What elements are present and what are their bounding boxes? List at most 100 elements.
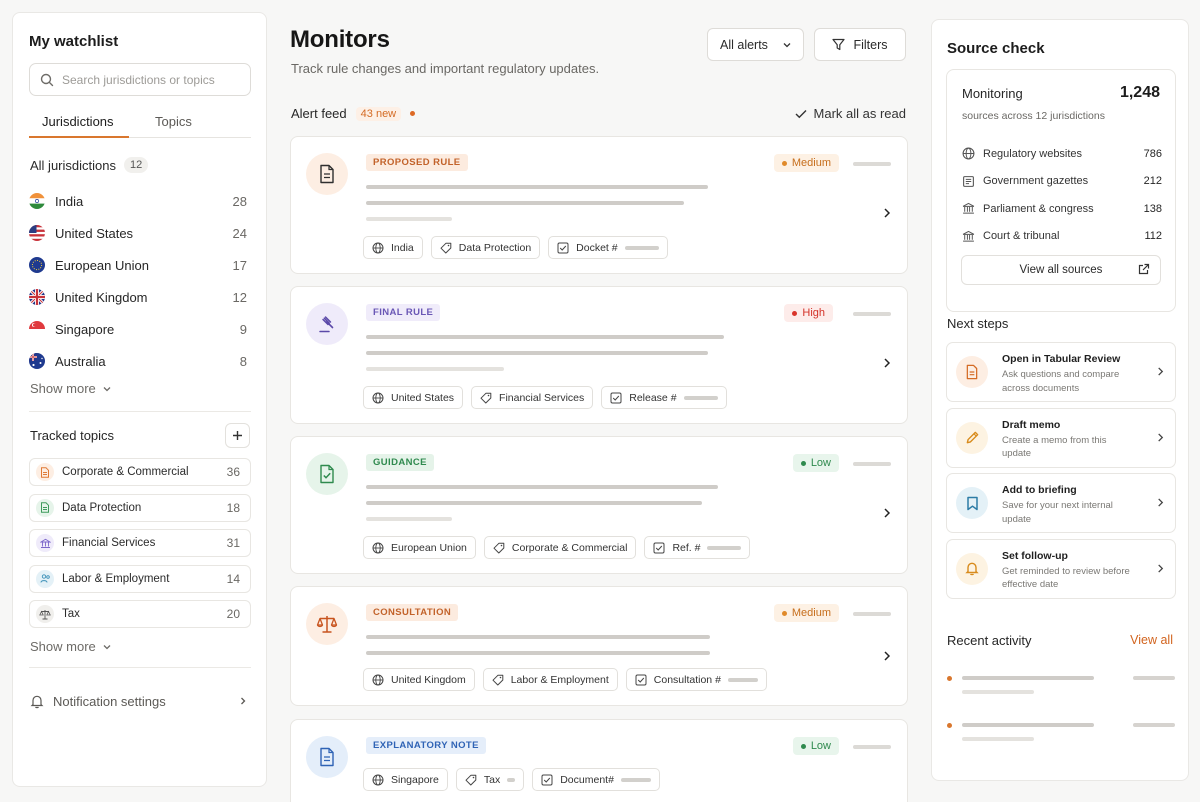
show-more-topics[interactable]: Show more — [30, 639, 112, 654]
placeholder-bar — [962, 676, 1094, 680]
severity-badge: Medium — [773, 154, 839, 172]
topic-name: Tax — [62, 608, 80, 620]
search-icon — [40, 73, 54, 87]
severity-dot — [781, 160, 787, 166]
add-topic-button[interactable] — [225, 423, 250, 448]
alert-card[interactable]: EXPLANATORY NOTE Low Singapore Tax Docum… — [290, 719, 908, 802]
tag-icon — [465, 774, 477, 786]
source-name: Regulatory websites — [983, 147, 1083, 160]
alerts-select[interactable]: All alerts — [707, 28, 804, 61]
jurisdiction-chip[interactable]: United States — [363, 386, 464, 409]
source-count: 112 — [1144, 230, 1162, 243]
topic-chip[interactable]: Data Protection — [430, 236, 541, 259]
jurisdiction-item[interactable]: India 28 — [29, 185, 247, 217]
document-icon — [306, 153, 348, 195]
placeholder-line — [366, 517, 452, 521]
source-name: Court & tribunal — [983, 230, 1060, 243]
chevron-down-icon — [102, 642, 112, 652]
tab-jurisdictions[interactable]: Jurisdictions — [42, 114, 114, 129]
search-box[interactable] — [29, 63, 251, 96]
globe-icon — [372, 392, 384, 404]
chip-label: Data Protection — [458, 241, 532, 254]
bank-icon — [36, 534, 54, 552]
source-check-title: Source check — [947, 40, 1045, 57]
severity-dot — [800, 743, 806, 749]
reference-chip[interactable]: Ref. # — [644, 536, 751, 559]
reference-chip[interactable]: Release # — [601, 386, 727, 409]
placeholder-line — [366, 367, 504, 371]
chevron-right-icon — [1156, 366, 1165, 377]
topic-item[interactable]: Data Protection 18 — [29, 493, 251, 522]
search-input[interactable] — [62, 72, 240, 87]
reference-chip[interactable]: Document# — [532, 768, 660, 791]
jurisdiction-name: Singapore — [55, 321, 115, 337]
jurisdiction-item[interactable]: Singapore 9 — [29, 313, 247, 345]
view-all-sources-label: View all sources — [1019, 264, 1103, 276]
activity-item[interactable] — [947, 674, 1175, 698]
jurisdiction-chip[interactable]: Singapore — [363, 768, 448, 791]
card-tags: United States Financial Services Release… — [363, 386, 727, 409]
chip-label: United States — [391, 391, 455, 404]
topic-chip[interactable]: Labor & Employment — [482, 668, 618, 691]
placeholder-bar — [853, 162, 891, 166]
view-all-sources-button[interactable]: View all sources — [961, 255, 1161, 285]
alert-card[interactable]: GUIDANCE Low European Union Corporate & … — [290, 436, 908, 574]
topic-chip[interactable]: Corporate & Commercial — [483, 536, 637, 559]
placeholder-line — [366, 635, 710, 639]
filters-button[interactable]: Filters — [814, 28, 906, 61]
jurisdiction-chip[interactable]: United Kingdom — [363, 668, 475, 691]
topic-item[interactable]: Corporate & Commercial 36 — [29, 458, 251, 486]
plus-icon — [232, 430, 243, 441]
external-link-icon — [1137, 263, 1150, 276]
view-all-activity-link[interactable]: View all — [1130, 633, 1173, 647]
alert-type-badge: PROPOSED RULE — [366, 154, 468, 171]
topic-item[interactable]: Financial Services 31 — [29, 529, 251, 557]
alert-card[interactable]: PROPOSED RULE Medium India Data Protecti… — [290, 136, 908, 274]
severity-label: Low — [810, 740, 831, 752]
next-step-follow-up[interactable]: Set follow-up Get reminded to review bef… — [946, 538, 1176, 599]
reference-chip[interactable]: Docket # — [548, 236, 668, 259]
next-step-tabular-review[interactable]: Open in Tabular Review Ask questions and… — [946, 342, 1176, 402]
notification-settings[interactable]: Notification settings — [30, 689, 248, 713]
jurisdiction-name: India — [55, 193, 84, 209]
reference-chip[interactable]: Consultation # — [625, 668, 767, 691]
source-item: Government gazettes 212 — [962, 168, 1162, 196]
mark-all-read-button[interactable]: Mark all as read — [795, 106, 906, 121]
scale-icon — [306, 603, 348, 645]
activity-item[interactable] — [947, 721, 1175, 745]
monitoring-label: Monitoring — [962, 86, 1023, 101]
all-jurisdictions[interactable]: All jurisdictions 12 — [30, 157, 149, 173]
topic-count: 31 — [226, 536, 240, 550]
placeholder-bar — [853, 312, 891, 316]
topic-count: 36 — [226, 465, 240, 479]
next-step-draft-memo[interactable]: Draft memo Create a memo from this updat… — [946, 407, 1176, 468]
jurisdiction-count: 8 — [239, 353, 247, 369]
jurisdiction-item[interactable]: Australia 8 — [29, 345, 247, 377]
checkbox-icon — [635, 674, 647, 686]
jurisdiction-chip[interactable]: European Union — [363, 536, 476, 559]
next-step-add-briefing[interactable]: Add to briefing Save for your next inter… — [946, 473, 1176, 533]
topic-chip[interactable]: Financial Services — [471, 386, 594, 409]
placeholder-bar — [624, 245, 659, 250]
jurisdiction-item[interactable]: European Union 17 — [29, 249, 247, 281]
topic-count: 18 — [226, 500, 240, 515]
jurisdiction-item[interactable]: United States 24 — [29, 217, 247, 249]
jurisdiction-item[interactable]: United Kingdom 12 — [29, 281, 247, 313]
alert-card[interactable]: FINAL RULE High United States Financial … — [290, 286, 908, 424]
jurisdiction-list: India 28 United States 24 European Union… — [29, 185, 247, 377]
chip-label: Consultation # — [653, 673, 721, 686]
topic-name: Labor & Employment — [62, 572, 170, 585]
topic-item[interactable]: Labor & Employment 14 — [29, 564, 251, 593]
placeholder-bar — [683, 395, 718, 400]
gavel-icon — [306, 303, 348, 345]
topic-chip[interactable]: Tax — [455, 768, 525, 791]
alert-card[interactable]: CONSULTATION Medium United Kingdom Labor… — [290, 586, 908, 706]
jurisdiction-chip[interactable]: India — [363, 236, 423, 259]
source-name: Government gazettes — [983, 175, 1089, 188]
next-steps-list: Open in Tabular Review Ask questions and… — [946, 342, 1176, 604]
alert-type-badge: EXPLANATORY NOTE — [366, 737, 486, 754]
chip-label: Docket # — [576, 241, 618, 254]
topic-item[interactable]: Tax 20 — [29, 600, 251, 628]
show-more-jurisdictions[interactable]: Show more — [30, 381, 112, 396]
tab-topics[interactable]: Topics — [155, 114, 192, 129]
